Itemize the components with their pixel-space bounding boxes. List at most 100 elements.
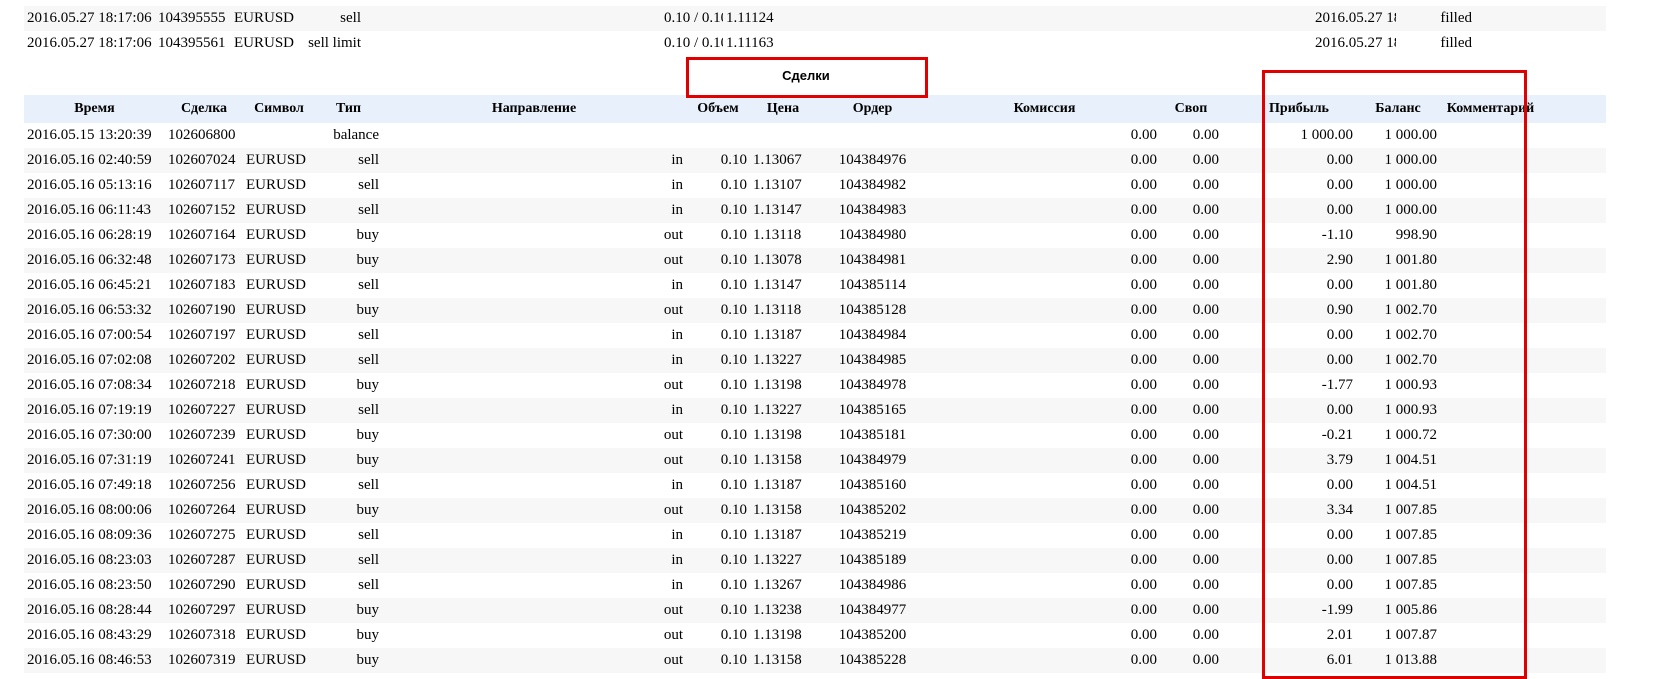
deal-profit: 0.00	[1326, 177, 1353, 193]
deal-balance: 1 002.70	[1356, 348, 1440, 373]
col-header-symbol[interactable]: Символ	[243, 95, 315, 123]
deal-id: 102607318	[168, 627, 236, 643]
deal-time: 2016.05.16 08:28:44	[24, 598, 165, 623]
deal-direction: in	[382, 548, 686, 573]
deal-type: buy	[315, 648, 382, 673]
deal-time: 2016.05.16 08:00:06	[24, 498, 165, 523]
table-row: 2016.05.16 08:43:29 102607318 EURUSD buy out…	[24, 623, 1606, 648]
deal-trailing	[1541, 248, 1606, 273]
deal-order: 104384981	[816, 248, 929, 273]
order-empty	[1475, 31, 1606, 56]
deal-order: 104385181	[838, 427, 907, 443]
deal-spacer	[1222, 548, 1242, 573]
deal-trailing	[1541, 223, 1606, 248]
deal-type: sell	[358, 577, 379, 593]
deal-comment	[1440, 573, 1541, 598]
deal-type: sell	[315, 148, 382, 173]
deal-commission: 0.00	[1130, 627, 1157, 643]
deal-volume: 0.10	[686, 548, 750, 573]
deal-price: 1.13187	[753, 477, 802, 493]
deal-spacer	[1222, 298, 1242, 323]
col-header-trailing	[1541, 95, 1606, 123]
deal-profit: 0.00	[1242, 348, 1356, 373]
deal-balance: 1 000.00	[1356, 148, 1440, 173]
order-type: sell	[301, 6, 364, 31]
table-row: 2016.05.16 06:45:21 102607183 EURUSD sell in…	[24, 273, 1606, 298]
deal-spacer	[1222, 398, 1242, 423]
deal-direction: in	[382, 148, 686, 173]
order-time2: 2016.05.27 18:17:06	[1312, 6, 1396, 31]
deal-order: 104385200	[838, 627, 907, 643]
deal-comment	[1440, 598, 1541, 623]
deal-volume: 0.10	[686, 148, 750, 173]
deal-commission: 0.00	[1130, 177, 1157, 193]
deal-commission: 0.00	[1130, 477, 1157, 493]
deal-comment	[1440, 373, 1541, 398]
deal-type: sell	[358, 177, 379, 193]
deal-direction: out	[382, 248, 686, 273]
deal-symbol: EURUSD	[246, 527, 307, 543]
col-header-balance[interactable]: Баланс	[1356, 95, 1440, 123]
deal-balance: 1 000.00	[1384, 177, 1438, 193]
deal-time: 2016.05.16 07:19:19	[24, 398, 165, 423]
deal-type: sell	[358, 477, 379, 493]
col-header-time[interactable]: Время	[24, 95, 165, 123]
deal-balance: 1 005.86	[1356, 598, 1440, 623]
deal-time: 2016.05.16 06:28:19	[27, 227, 152, 243]
deal-spacer	[1222, 573, 1242, 598]
deal-order: 104385202	[816, 498, 929, 523]
deal-symbol: EURUSD	[246, 227, 307, 243]
deal-volume: 0.10	[720, 427, 747, 443]
col-header-order[interactable]: Ордер	[816, 95, 929, 123]
deal-order: 104385165	[816, 398, 929, 423]
deal-order: 104385228	[816, 648, 929, 673]
deal-trailing	[1541, 148, 1606, 173]
col-header-price[interactable]: Цена	[750, 95, 816, 123]
table-row: 2016.05.16 08:23:03 102607287 EURUSD sell in…	[24, 548, 1606, 573]
deal-comment	[1440, 398, 1541, 423]
deal-commission: 0.00	[929, 348, 1160, 373]
table-row: 2016.05.16 08:28:44 102607297 EURUSD buy out…	[24, 598, 1606, 623]
col-header-commission[interactable]: Комиссия	[929, 95, 1160, 123]
col-header-type[interactable]: Тип	[315, 95, 382, 123]
deal-swap: 0.00	[1192, 527, 1219, 543]
deal-symbol: EURUSD	[246, 277, 307, 293]
deal-comment	[1440, 648, 1541, 673]
deal-direction: in	[671, 577, 683, 593]
deal-time: 2016.05.16 08:09:36	[27, 527, 152, 543]
col-header-direction[interactable]: Направление	[382, 95, 686, 123]
deal-comment	[1440, 448, 1541, 473]
col-header-volume[interactable]: Объем	[686, 95, 750, 123]
deal-order: 104385128	[816, 298, 929, 323]
deal-order: 104385114	[839, 277, 906, 293]
col-header-comment[interactable]: Комментарий	[1440, 95, 1541, 123]
table-row: 2016.05.16 07:19:19 102607227 EURUSD sell in…	[24, 398, 1606, 423]
deal-type: buy	[356, 227, 380, 243]
order-state: filled	[1440, 35, 1472, 51]
deal-id: 102607239	[168, 427, 236, 443]
deal-type: buy	[315, 598, 382, 623]
table-row: 2016.05.16 07:49:18 102607256 EURUSD sell in…	[24, 473, 1606, 498]
col-header-deal[interactable]: Сделка	[165, 95, 243, 123]
deal-type: sell	[315, 398, 382, 423]
deal-direction: in	[671, 177, 683, 193]
deal-symbol	[243, 123, 315, 148]
deal-symbol: EURUSD	[243, 348, 315, 373]
deal-id: 102607202	[165, 348, 243, 373]
order-price: 1.11163	[726, 35, 774, 51]
deal-swap: 0.00	[1160, 598, 1222, 623]
table-row: 2016.05.16 06:32:48 102607173 EURUSD buy out…	[24, 248, 1606, 273]
deal-profit: 0.00	[1242, 398, 1356, 423]
deal-time: 2016.05.16 02:40:59	[24, 148, 165, 173]
deal-time: 2016.05.16 07:49:18	[27, 477, 152, 493]
deal-direction: in	[671, 277, 683, 293]
order-price: 1.11124	[723, 6, 787, 31]
col-header-profit[interactable]: Прибыль	[1242, 95, 1356, 123]
table-row: 2016.05.16 08:23:50 102607290 EURUSD sell in…	[24, 573, 1606, 598]
table-row: 2016.05.16 07:31:19 102607241 EURUSD buy out…	[24, 448, 1606, 473]
deal-profit: 0.00	[1326, 277, 1353, 293]
deal-type: buy	[315, 248, 382, 273]
deal-commission: 0.00	[929, 248, 1160, 273]
col-header-swap[interactable]: Своп	[1160, 95, 1222, 123]
deal-price: 1.13078	[750, 248, 816, 273]
